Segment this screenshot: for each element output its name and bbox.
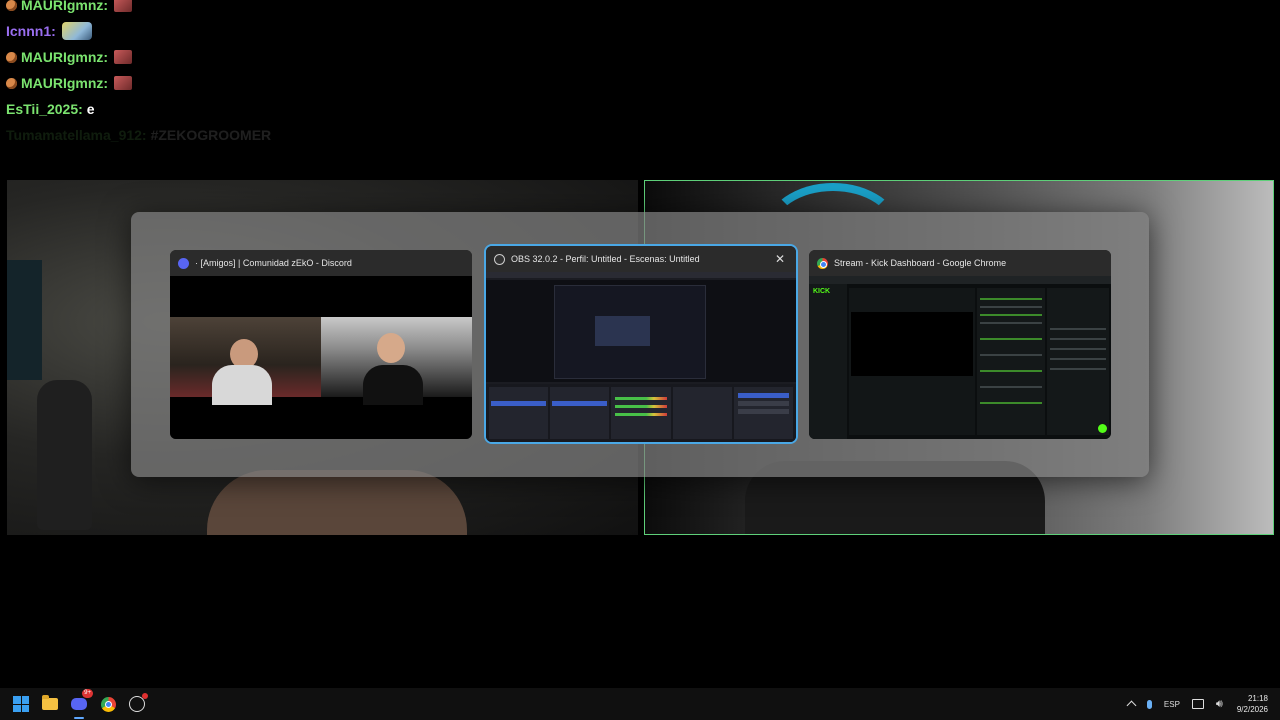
volume-button[interactable]: 🔊︎ bbox=[1216, 698, 1223, 711]
discord-icon bbox=[71, 698, 87, 710]
show-hidden-icons-button[interactable] bbox=[1126, 699, 1137, 711]
chat-message: MAURIgmnz: bbox=[0, 0, 640, 18]
recording-dot-icon bbox=[142, 693, 148, 699]
video-tile bbox=[321, 317, 472, 405]
chevron-up-icon bbox=[1126, 700, 1137, 711]
window-thumbnail-obs[interactable]: OBS 32.0.2 - Perfil: Untitled - Escenas:… bbox=[484, 244, 798, 444]
close-icon[interactable]: ✕ bbox=[772, 252, 788, 266]
discord-icon bbox=[178, 257, 189, 269]
system-tray: ESP 🔊︎ 21:18 9/2/2026 bbox=[1116, 688, 1280, 720]
kick-logo: KICK bbox=[813, 288, 831, 295]
browser-tabbar bbox=[809, 276, 1111, 284]
network-icon bbox=[1191, 699, 1204, 709]
subscriber-badge-icon bbox=[6, 0, 17, 11]
task-switcher: · [Amigos] | Comunidad zEkO - Discord OB… bbox=[131, 212, 1149, 477]
chat-username: Icnnn1: bbox=[6, 23, 56, 39]
clock-time: 21:18 bbox=[1247, 694, 1268, 703]
streamer-body bbox=[207, 470, 467, 535]
clock-date: 9/2/2026 bbox=[1236, 705, 1268, 714]
participant-shirt bbox=[212, 365, 272, 405]
clock[interactable]: 21:18 9/2/2026 bbox=[1237, 693, 1268, 715]
active-indicator bbox=[74, 717, 84, 719]
chrome-icon bbox=[100, 696, 116, 712]
chrome-icon bbox=[817, 257, 828, 269]
pepe-emote-icon bbox=[114, 0, 133, 12]
subscriber-badge-icon bbox=[6, 77, 17, 89]
chat-text: #ZEKOGROOMER bbox=[150, 127, 272, 143]
window-preview bbox=[486, 272, 796, 442]
window-titlebar: · [Amigos] | Comunidad zEkO - Discord bbox=[170, 250, 472, 276]
chat-username: MAURIgmnz: bbox=[21, 49, 109, 65]
taskbar: 9+ ESP 🔊︎ 21:18 9/2/2026 bbox=[0, 688, 1280, 720]
water-bottle bbox=[37, 380, 92, 530]
chat-username: Tumamatellama_912: bbox=[6, 127, 147, 143]
chat-message: MAURIgmnz: bbox=[0, 44, 640, 70]
windows-icon bbox=[13, 696, 29, 712]
window-titlebar: Stream - Kick Dashboard - Google Chrome bbox=[809, 250, 1111, 276]
start-button[interactable] bbox=[9, 692, 33, 716]
sources-dock bbox=[550, 387, 610, 439]
language-indicator[interactable]: ESP bbox=[1164, 700, 1180, 709]
scenes-dock bbox=[489, 387, 549, 439]
window-preview bbox=[170, 276, 472, 439]
participant-face bbox=[377, 333, 405, 363]
subscriber-badge-icon bbox=[6, 51, 17, 63]
pepe-emote-icon bbox=[114, 50, 133, 64]
network-button[interactable] bbox=[1191, 699, 1204, 709]
microphone-button[interactable] bbox=[1146, 699, 1152, 709]
participant-shirt bbox=[363, 365, 423, 405]
live-status-icon bbox=[1098, 424, 1107, 433]
kick-video-preview bbox=[851, 312, 973, 376]
discord-taskbar-button[interactable]: 9+ bbox=[67, 689, 93, 719]
wide-emote-icon bbox=[61, 22, 92, 40]
background-monitor bbox=[7, 260, 42, 380]
transitions-dock bbox=[672, 387, 732, 439]
chat-username: MAURIgmnz: bbox=[21, 0, 109, 13]
window-preview: KICK bbox=[809, 276, 1111, 439]
audio-mixer-dock bbox=[611, 387, 671, 439]
window-title: · [Amigos] | Comunidad zEkO - Discord bbox=[195, 258, 352, 268]
obs-taskbar-button[interactable] bbox=[125, 692, 149, 716]
kick-sidebar: KICK bbox=[809, 284, 847, 439]
kick-chat-panel bbox=[977, 288, 1045, 435]
kick-settings-panel bbox=[1047, 288, 1109, 435]
video-tile bbox=[170, 317, 321, 405]
obs-scene-preview bbox=[554, 285, 706, 379]
microphone-icon bbox=[1146, 699, 1152, 709]
chat-message: MAURIgmnz: bbox=[0, 70, 640, 96]
obs-docks bbox=[486, 384, 796, 442]
window-titlebar: OBS 32.0.2 - Perfil: Untitled - Escenas:… bbox=[486, 246, 796, 272]
chat-message: Icnnn1: bbox=[0, 18, 640, 44]
file-explorer-button[interactable] bbox=[38, 692, 62, 716]
window-thumbnail-discord[interactable]: · [Amigos] | Comunidad zEkO - Discord bbox=[170, 250, 472, 439]
window-thumbnail-chrome[interactable]: Stream - Kick Dashboard - Google Chrome … bbox=[809, 250, 1111, 439]
obs-icon bbox=[494, 253, 505, 265]
chat-message: EsTii_2025: e bbox=[0, 96, 640, 122]
chat-overlay: MAURIgmnz: Icnnn1: MAURIgmnz: MAURIgmnz:… bbox=[0, 0, 640, 148]
folder-icon bbox=[42, 695, 58, 710]
window-title: Stream - Kick Dashboard - Google Chrome bbox=[834, 258, 1007, 268]
window-title: OBS 32.0.2 - Perfil: Untitled - Escenas:… bbox=[511, 254, 700, 264]
chat-text: e bbox=[86, 101, 95, 117]
chrome-taskbar-button[interactable] bbox=[96, 692, 120, 716]
obs-menubar bbox=[486, 272, 796, 278]
obs-canvas bbox=[486, 280, 796, 382]
pepe-emote-icon bbox=[114, 76, 133, 90]
chat-username: MAURIgmnz: bbox=[21, 75, 109, 91]
controls-dock bbox=[733, 387, 794, 439]
chat-message: Tumamatellama_912: #ZEKOGROOMER bbox=[0, 122, 640, 148]
notification-badge: 9+ bbox=[82, 689, 93, 698]
kick-main-panel bbox=[849, 288, 975, 435]
speaker-icon: 🔊︎ bbox=[1215, 697, 1223, 710]
chat-username: EsTii_2025: bbox=[6, 101, 83, 117]
